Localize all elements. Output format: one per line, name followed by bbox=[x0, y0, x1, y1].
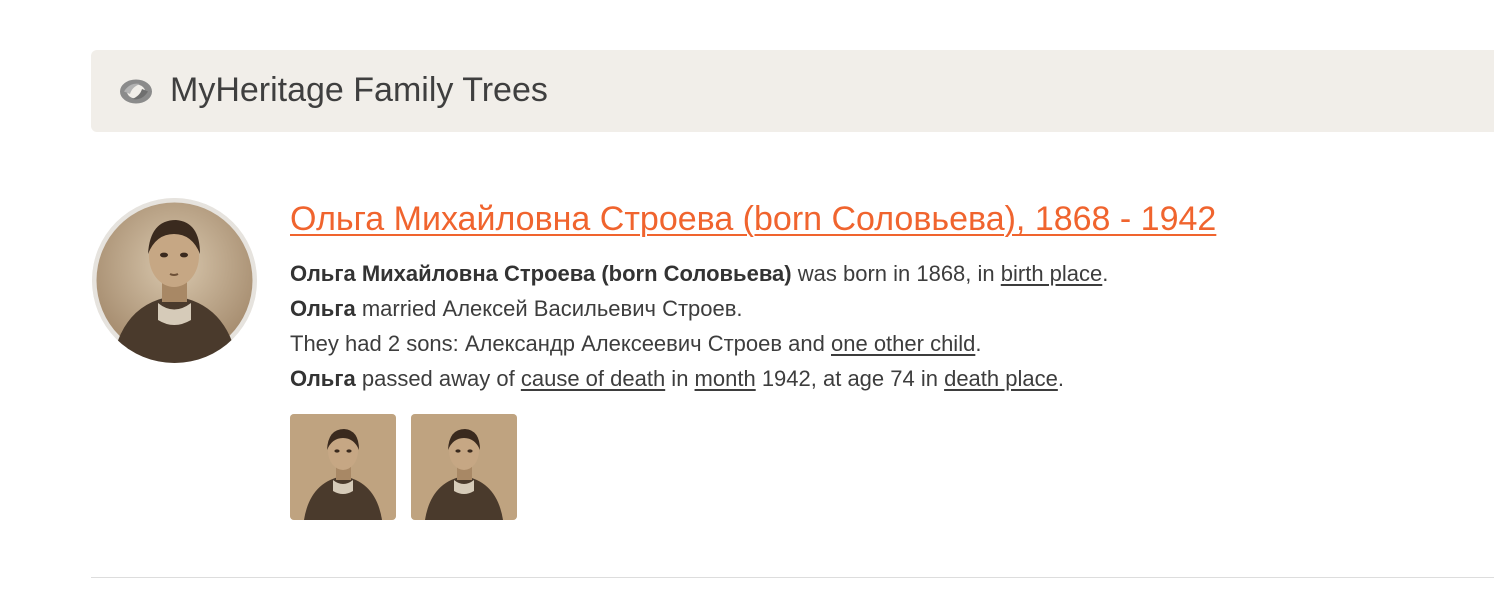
marriage-line: Ольга married Алексей Васильевич Строев. bbox=[290, 291, 1108, 326]
death-text-2: in bbox=[665, 366, 695, 391]
children-line: They had 2 sons: Александр Алексеевич Ст… bbox=[290, 326, 1108, 361]
page-title: MyHeritage Family Trees bbox=[170, 71, 548, 109]
record-description: Ольга Михайловна Строева (born Соловьева… bbox=[290, 256, 1108, 396]
divider bbox=[91, 577, 1494, 578]
page: MyHeritage Family Trees Ольга Михайловна… bbox=[0, 0, 1494, 601]
profile-photo[interactable] bbox=[92, 198, 257, 363]
photo-thumbnail-1[interactable] bbox=[290, 414, 396, 520]
photo-thumbnail-2[interactable] bbox=[411, 414, 517, 520]
birth-line: Ольга Михайловна Строева (born Соловьева… bbox=[290, 256, 1108, 291]
cause-of-death-link[interactable]: cause of death bbox=[521, 366, 665, 391]
myheritage-logo-icon[interactable] bbox=[118, 78, 154, 105]
marriage-text: married Алексей Васильевич Строев. bbox=[355, 296, 743, 321]
death-text-1: passed away of bbox=[355, 366, 521, 391]
header-bar: MyHeritage Family Trees bbox=[91, 50, 1494, 132]
death-line-end: . bbox=[1057, 366, 1064, 391]
record-title-link[interactable]: Ольга Михайловна Строева (born Соловьева… bbox=[290, 198, 1216, 240]
month-link[interactable]: month bbox=[695, 366, 756, 391]
person-full-name: Ольга Михайловна Строева (born Соловьева… bbox=[290, 261, 792, 286]
children-line-end: . bbox=[975, 331, 982, 356]
birth-text: was born in 1868, in bbox=[791, 261, 1001, 286]
death-place-link[interactable]: death place bbox=[944, 366, 1058, 391]
children-text: They had 2 sons: Александр Алексеевич Ст… bbox=[290, 331, 831, 356]
other-child-link[interactable]: one other child bbox=[831, 331, 975, 356]
death-line: Ольга passed away of cause of death in m… bbox=[290, 361, 1108, 396]
birth-place-link[interactable]: birth place bbox=[1001, 261, 1103, 286]
person-first-name: Ольга bbox=[290, 366, 356, 391]
person-first-name: Ольга bbox=[290, 296, 356, 321]
birth-line-end: . bbox=[1102, 261, 1109, 286]
death-text-3: 1942, at age 74 in bbox=[755, 366, 945, 391]
